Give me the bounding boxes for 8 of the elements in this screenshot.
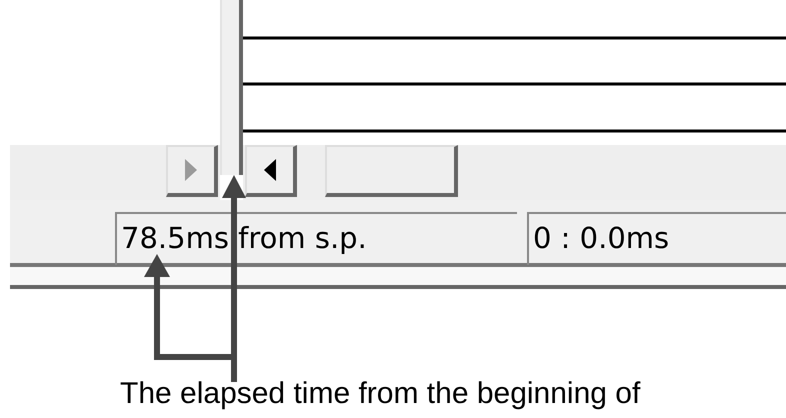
status-field: 0 : 0.0ms — [527, 212, 786, 265]
caption-text: The elapsed time from the beginning of — [120, 377, 642, 411]
splitter-bar[interactable] — [220, 0, 243, 175]
play-icon — [184, 159, 198, 181]
back-button[interactable] — [245, 145, 297, 197]
triangle-left-icon — [263, 159, 277, 181]
status-field: 78.5ms from s.p. — [115, 212, 517, 265]
toolbar-button[interactable] — [325, 145, 458, 197]
